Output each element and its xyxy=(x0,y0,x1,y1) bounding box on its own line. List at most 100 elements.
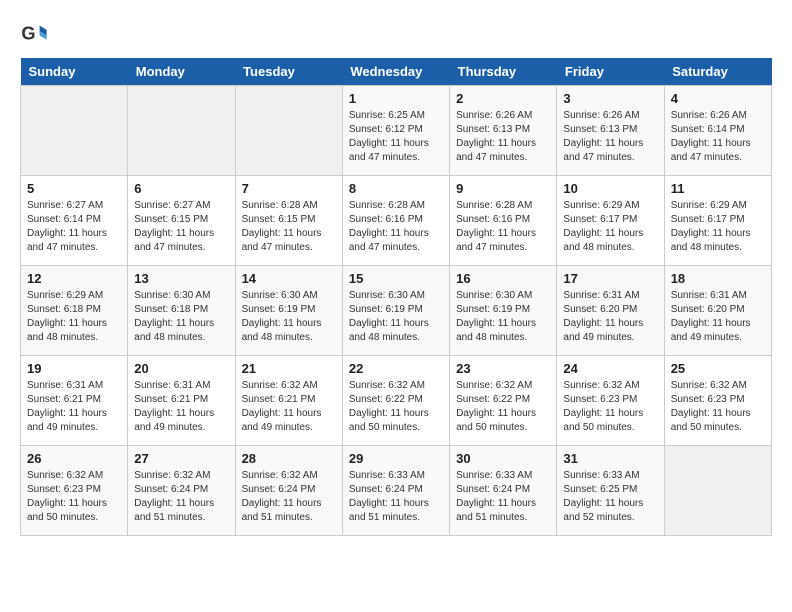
week-row-2: 12 Sunrise: 6:29 AM Sunset: 6:18 PM Dayli… xyxy=(21,266,772,356)
day-header-tuesday: Tuesday xyxy=(235,58,342,86)
day-info: Sunrise: 6:26 AM Sunset: 6:14 PM Dayligh… xyxy=(671,109,765,165)
day-number: 9 xyxy=(456,181,550,196)
day-number: 20 xyxy=(134,361,228,376)
day-info: Sunrise: 6:32 AM Sunset: 6:22 PM Dayligh… xyxy=(349,379,443,435)
calendar-cell: 8 Sunrise: 6:28 AM Sunset: 6:16 PM Daylig… xyxy=(342,176,449,266)
day-header-friday: Friday xyxy=(557,58,664,86)
day-info: Sunrise: 6:29 AM Sunset: 6:18 PM Dayligh… xyxy=(27,289,121,345)
calendar-cell: 1 Sunrise: 6:25 AM Sunset: 6:12 PM Daylig… xyxy=(342,86,449,176)
day-number: 24 xyxy=(563,361,657,376)
day-number: 27 xyxy=(134,451,228,466)
week-row-1: 5 Sunrise: 6:27 AM Sunset: 6:14 PM Daylig… xyxy=(21,176,772,266)
calendar-cell: 19 Sunrise: 6:31 AM Sunset: 6:21 PM Dayli… xyxy=(21,356,128,446)
day-number: 31 xyxy=(563,451,657,466)
day-info: Sunrise: 6:26 AM Sunset: 6:13 PM Dayligh… xyxy=(456,109,550,165)
calendar-cell: 15 Sunrise: 6:30 AM Sunset: 6:19 PM Dayli… xyxy=(342,266,449,356)
day-number: 14 xyxy=(242,271,336,286)
day-info: Sunrise: 6:26 AM Sunset: 6:13 PM Dayligh… xyxy=(563,109,657,165)
day-number: 8 xyxy=(349,181,443,196)
day-info: Sunrise: 6:27 AM Sunset: 6:14 PM Dayligh… xyxy=(27,199,121,255)
calendar-cell: 18 Sunrise: 6:31 AM Sunset: 6:20 PM Dayli… xyxy=(664,266,771,356)
calendar-cell: 16 Sunrise: 6:30 AM Sunset: 6:19 PM Dayli… xyxy=(450,266,557,356)
day-info: Sunrise: 6:30 AM Sunset: 6:19 PM Dayligh… xyxy=(456,289,550,345)
calendar-table: SundayMondayTuesdayWednesdayThursdayFrid… xyxy=(20,58,772,536)
day-number: 11 xyxy=(671,181,765,196)
calendar-cell: 6Sunrise: 6:27 AM Sunset: 6:15 PM Daylig… xyxy=(128,176,235,266)
day-number: 18 xyxy=(671,271,765,286)
day-info: Sunrise: 6:31 AM Sunset: 6:21 PM Dayligh… xyxy=(27,379,121,435)
calendar-cell: 11Sunrise: 6:29 AM Sunset: 6:17 PM Dayli… xyxy=(664,176,771,266)
day-header-thursday: Thursday xyxy=(450,58,557,86)
day-info: Sunrise: 6:31 AM Sunset: 6:20 PM Dayligh… xyxy=(671,289,765,345)
day-number: 12 xyxy=(27,271,121,286)
calendar-cell: 28 Sunrise: 6:32 AM Sunset: 6:24 PM Dayli… xyxy=(235,446,342,536)
day-header-saturday: Saturday xyxy=(664,58,771,86)
calendar-cell: 21 Sunrise: 6:32 AM Sunset: 6:21 PM Dayli… xyxy=(235,356,342,446)
day-info: Sunrise: 6:30 AM Sunset: 6:19 PM Dayligh… xyxy=(349,289,443,345)
calendar-cell: 17 Sunrise: 6:31 AM Sunset: 6:20 PM Dayli… xyxy=(557,266,664,356)
day-info: Sunrise: 6:32 AM Sunset: 6:24 PM Dayligh… xyxy=(242,469,336,525)
calendar-cell: 14 Sunrise: 6:30 AM Sunset: 6:19 PM Dayli… xyxy=(235,266,342,356)
day-info: Sunrise: 6:28 AM Sunset: 6:16 PM Dayligh… xyxy=(456,199,550,255)
page-header: G xyxy=(20,20,772,48)
day-info: Sunrise: 6:25 AM Sunset: 6:12 PM Dayligh… xyxy=(349,109,443,165)
calendar-cell: 10Sunrise: 6:29 AM Sunset: 6:17 PM Dayli… xyxy=(557,176,664,266)
day-number: 15 xyxy=(349,271,443,286)
calendar-cell xyxy=(21,86,128,176)
calendar-cell: 24 Sunrise: 6:32 AM Sunset: 6:23 PM Dayli… xyxy=(557,356,664,446)
day-info: Sunrise: 6:30 AM Sunset: 6:18 PM Dayligh… xyxy=(134,289,228,345)
day-header-monday: Monday xyxy=(128,58,235,86)
day-number: 1 xyxy=(349,91,443,106)
calendar-cell: 9 Sunrise: 6:28 AM Sunset: 6:16 PM Daylig… xyxy=(450,176,557,266)
logo-icon: G xyxy=(20,20,48,48)
day-number: 3 xyxy=(563,91,657,106)
day-number: 29 xyxy=(349,451,443,466)
day-info: Sunrise: 6:31 AM Sunset: 6:21 PM Dayligh… xyxy=(134,379,228,435)
calendar-cell: 29 Sunrise: 6:33 AM Sunset: 6:24 PM Dayli… xyxy=(342,446,449,536)
day-number: 10 xyxy=(563,181,657,196)
logo: G xyxy=(20,20,52,48)
day-number: 2 xyxy=(456,91,550,106)
day-info: Sunrise: 6:33 AM Sunset: 6:25 PM Dayligh… xyxy=(563,469,657,525)
day-number: 23 xyxy=(456,361,550,376)
calendar-cell: 23 Sunrise: 6:32 AM Sunset: 6:22 PM Dayli… xyxy=(450,356,557,446)
day-number: 22 xyxy=(349,361,443,376)
day-header-sunday: Sunday xyxy=(21,58,128,86)
calendar-cell: 5 Sunrise: 6:27 AM Sunset: 6:14 PM Daylig… xyxy=(21,176,128,266)
day-number: 13 xyxy=(134,271,228,286)
day-info: Sunrise: 6:30 AM Sunset: 6:19 PM Dayligh… xyxy=(242,289,336,345)
week-row-0: 1 Sunrise: 6:25 AM Sunset: 6:12 PM Daylig… xyxy=(21,86,772,176)
calendar-cell: 12 Sunrise: 6:29 AM Sunset: 6:18 PM Dayli… xyxy=(21,266,128,356)
calendar-cell: 30 Sunrise: 6:33 AM Sunset: 6:24 PM Dayli… xyxy=(450,446,557,536)
day-number: 28 xyxy=(242,451,336,466)
calendar-cell xyxy=(235,86,342,176)
day-number: 30 xyxy=(456,451,550,466)
day-info: Sunrise: 6:31 AM Sunset: 6:20 PM Dayligh… xyxy=(563,289,657,345)
day-header-wednesday: Wednesday xyxy=(342,58,449,86)
day-number: 21 xyxy=(242,361,336,376)
calendar-cell: 2 Sunrise: 6:26 AM Sunset: 6:13 PM Daylig… xyxy=(450,86,557,176)
day-info: Sunrise: 6:33 AM Sunset: 6:24 PM Dayligh… xyxy=(456,469,550,525)
week-row-3: 19 Sunrise: 6:31 AM Sunset: 6:21 PM Dayli… xyxy=(21,356,772,446)
day-info: Sunrise: 6:33 AM Sunset: 6:24 PM Dayligh… xyxy=(349,469,443,525)
day-info: Sunrise: 6:32 AM Sunset: 6:23 PM Dayligh… xyxy=(563,379,657,435)
calendar-cell xyxy=(664,446,771,536)
calendar-cell xyxy=(128,86,235,176)
day-info: Sunrise: 6:28 AM Sunset: 6:15 PM Dayligh… xyxy=(242,199,336,255)
day-info: Sunrise: 6:28 AM Sunset: 6:16 PM Dayligh… xyxy=(349,199,443,255)
day-info: Sunrise: 6:32 AM Sunset: 6:22 PM Dayligh… xyxy=(456,379,550,435)
day-info: Sunrise: 6:32 AM Sunset: 6:23 PM Dayligh… xyxy=(27,469,121,525)
calendar-cell: 13 Sunrise: 6:30 AM Sunset: 6:18 PM Dayli… xyxy=(128,266,235,356)
calendar-cell: 22 Sunrise: 6:32 AM Sunset: 6:22 PM Dayli… xyxy=(342,356,449,446)
day-number: 17 xyxy=(563,271,657,286)
day-info: Sunrise: 6:32 AM Sunset: 6:23 PM Dayligh… xyxy=(671,379,765,435)
calendar-cell: 3 Sunrise: 6:26 AM Sunset: 6:13 PM Daylig… xyxy=(557,86,664,176)
week-row-4: 26Sunrise: 6:32 AM Sunset: 6:23 PM Dayli… xyxy=(21,446,772,536)
day-info: Sunrise: 6:32 AM Sunset: 6:21 PM Dayligh… xyxy=(242,379,336,435)
day-number: 5 xyxy=(27,181,121,196)
day-number: 16 xyxy=(456,271,550,286)
day-number: 19 xyxy=(27,361,121,376)
calendar-cell: 27Sunrise: 6:32 AM Sunset: 6:24 PM Dayli… xyxy=(128,446,235,536)
calendar-cell: 20 Sunrise: 6:31 AM Sunset: 6:21 PM Dayli… xyxy=(128,356,235,446)
calendar-cell: 31 Sunrise: 6:33 AM Sunset: 6:25 PM Dayli… xyxy=(557,446,664,536)
